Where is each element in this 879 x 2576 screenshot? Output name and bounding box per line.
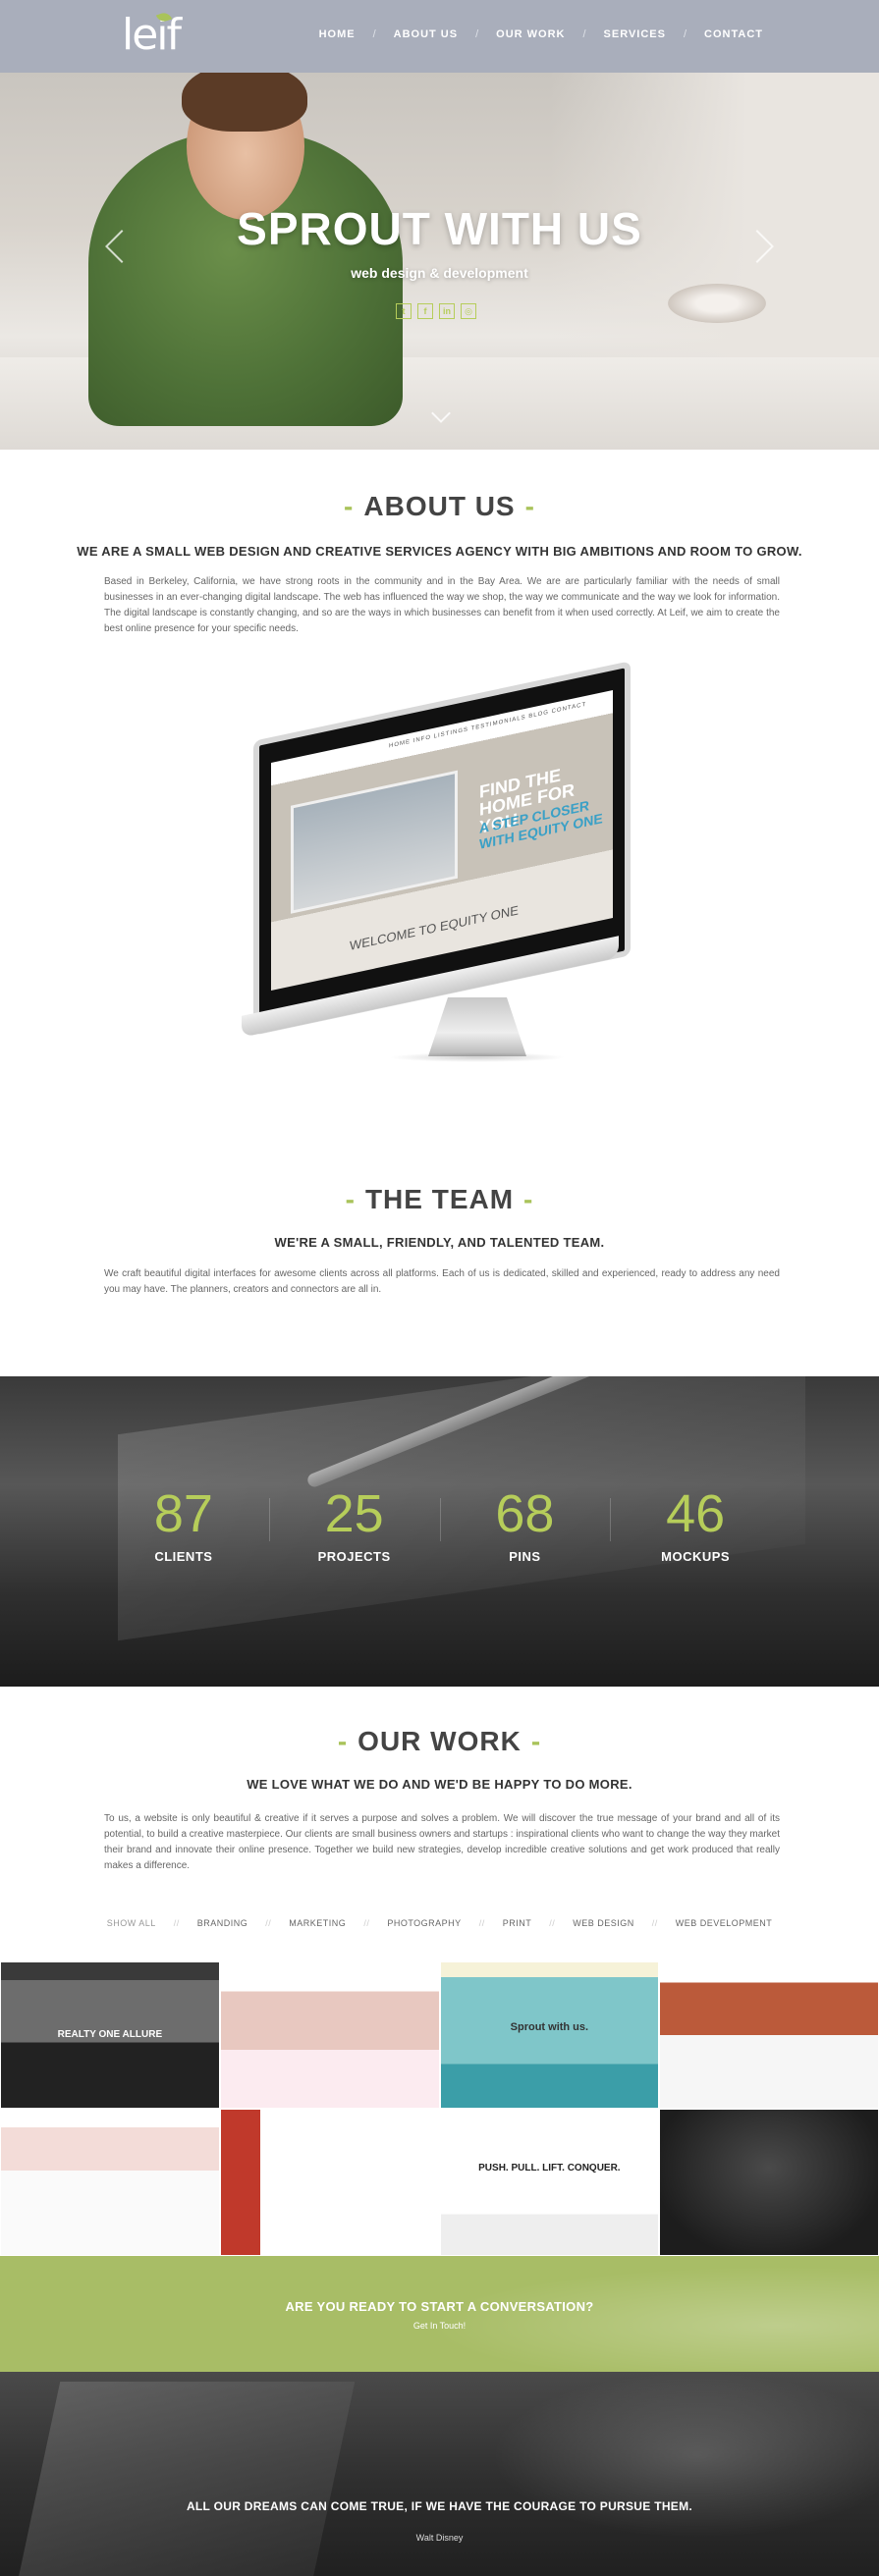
cta-background-image bbox=[368, 2256, 879, 2372]
nav-home[interactable]: HOME bbox=[319, 28, 356, 40]
about-body: Based in Berkeley, California, we have s… bbox=[104, 576, 780, 634]
portfolio-grid: REALTY ONE ALLURE Sprout with us. PUSH. … bbox=[0, 1961, 879, 2256]
about-title-text: ABOUT US bbox=[363, 491, 516, 521]
cta-title: ARE YOU READY TO START A CONVERSATION? bbox=[285, 2299, 594, 2314]
quote-text: ALL OUR DREAMS CAN COME TRUE, IF WE HAVE… bbox=[186, 2499, 693, 2513]
nav-separator: / bbox=[475, 28, 479, 40]
nav-services[interactable]: SERVICES bbox=[604, 28, 666, 40]
tile-caption: REALTY ONE ALLURE bbox=[57, 2029, 163, 2040]
title-dash: - bbox=[345, 1184, 356, 1214]
filter-separator: // bbox=[549, 1918, 556, 1928]
stat-pins: 68 PINS bbox=[439, 1484, 611, 1564]
stat-label: MOCKUPS bbox=[661, 1549, 731, 1564]
work-title: - OUR WORK - bbox=[0, 1726, 879, 1757]
monitor-stand bbox=[428, 997, 526, 1056]
hero-cake-image bbox=[668, 284, 766, 323]
team-body: We craft beautiful digital interfaces fo… bbox=[104, 1268, 780, 1295]
title-dash: - bbox=[337, 1726, 349, 1756]
showcase-monitor: HOME INFO LISTINGS TESTIMONIALS BLOG CON… bbox=[242, 661, 644, 1100]
stat-label: CLIENTS bbox=[154, 1549, 213, 1564]
tile-caption: PUSH. PULL. LIFT. CONQUER. bbox=[478, 2163, 621, 2174]
screen-nav: HOME INFO LISTINGS TESTIMONIALS BLOG CON… bbox=[389, 701, 587, 750]
portfolio-tile[interactable]: Sprout with us. bbox=[439, 1961, 660, 2109]
stat-clients: 87 CLIENTS bbox=[98, 1484, 269, 1564]
leif-logo[interactable]: leif bbox=[122, 10, 200, 61]
filter-separator: // bbox=[173, 1918, 180, 1928]
stat-value: 25 bbox=[324, 1484, 384, 1543]
about-subtitle: WE ARE A SMALL WEB DESIGN AND CREATIVE S… bbox=[77, 544, 802, 559]
quote-section: ALL OUR DREAMS CAN COME TRUE, IF WE HAVE… bbox=[0, 2372, 879, 2576]
linkedin-icon[interactable]: in bbox=[439, 303, 455, 319]
filter-marketing[interactable]: MARKETING bbox=[289, 1918, 346, 1928]
stat-mockups: 46 MOCKUPS bbox=[610, 1484, 781, 1564]
quote-background-image bbox=[491, 2372, 879, 2539]
nav-our-work[interactable]: OUR WORK bbox=[496, 28, 565, 40]
portfolio-tile[interactable] bbox=[219, 2109, 440, 2256]
portfolio-tile[interactable] bbox=[219, 1961, 440, 2109]
title-dash: - bbox=[523, 1184, 534, 1214]
hero-title: SPROUT WITH US bbox=[237, 203, 642, 254]
portfolio-tile[interactable] bbox=[0, 2109, 220, 2256]
monitor-shadow bbox=[389, 1052, 566, 1062]
work-title-text: OUR WORK bbox=[357, 1726, 522, 1756]
filter-show-all[interactable]: SHOW ALL bbox=[107, 1918, 156, 1928]
work-subtitle: WE LOVE WHAT WE DO AND WE'D BE HAPPY TO … bbox=[247, 1777, 632, 1792]
nav-contact[interactable]: CONTACT bbox=[704, 28, 763, 40]
work-body: To us, a website is only beautiful & cre… bbox=[104, 1813, 780, 1871]
filter-photography[interactable]: PHOTOGRAPHY bbox=[387, 1918, 461, 1928]
portfolio-tile[interactable]: REALTY ONE ALLURE bbox=[0, 1961, 220, 2109]
instagram-icon[interactable]: ◎ bbox=[461, 303, 476, 319]
title-dash: - bbox=[524, 491, 535, 521]
filter-separator: // bbox=[265, 1918, 272, 1928]
facebook-icon[interactable]: f bbox=[417, 303, 433, 319]
filter-print[interactable]: PRINT bbox=[503, 1918, 532, 1928]
top-navbar: leif HOME / ABOUT US / OUR WORK / SERVIC… bbox=[0, 0, 879, 73]
stats-section: 87 CLIENTS 25 PROJECTS 68 PINS 46 MOCKUP… bbox=[0, 1376, 879, 1687]
team-title: - THE TEAM - bbox=[0, 1184, 879, 1215]
quote-author: Walt Disney bbox=[415, 2533, 464, 2543]
nav-separator: / bbox=[582, 28, 586, 40]
hero-social-links: t f in ◎ bbox=[396, 303, 476, 319]
title-dash: - bbox=[530, 1726, 542, 1756]
nav-separator: / bbox=[683, 28, 687, 40]
filter-separator: // bbox=[478, 1918, 485, 1928]
stat-value: 68 bbox=[495, 1484, 555, 1543]
twitter-icon[interactable]: t bbox=[396, 303, 412, 319]
screen-welcome: WELCOME TO EQUITY ONE bbox=[350, 902, 519, 953]
stat-value: 87 bbox=[153, 1484, 213, 1543]
team-title-text: THE TEAM bbox=[364, 1184, 515, 1214]
main-menu: HOME / ABOUT US / OUR WORK / SERVICES / … bbox=[319, 28, 763, 40]
filter-separator: // bbox=[363, 1918, 370, 1928]
portfolio-filters: SHOW ALL // BRANDING // MARKETING // PHO… bbox=[0, 1918, 879, 1928]
screen-window-image bbox=[291, 770, 458, 914]
about-title: - ABOUT US - bbox=[0, 491, 879, 522]
tile-caption: Sprout with us. bbox=[510, 2021, 589, 2033]
laptop-image bbox=[18, 2382, 356, 2576]
portfolio-tile[interactable]: PUSH. PULL. LIFT. CONQUER. bbox=[439, 2109, 660, 2256]
stat-value: 46 bbox=[666, 1484, 726, 1543]
hero-slider: SPROUT WITH US web design & development … bbox=[0, 73, 879, 450]
monitor-screen: HOME INFO LISTINGS TESTIMONIALS BLOG CON… bbox=[271, 690, 613, 991]
get-in-touch-link[interactable]: Get In Touch! bbox=[0, 2321, 879, 2331]
hero-person-hair bbox=[182, 73, 307, 132]
filter-web-design[interactable]: WEB DESIGN bbox=[573, 1918, 634, 1928]
nav-separator: / bbox=[372, 28, 376, 40]
hero-subtitle: web design & development bbox=[351, 265, 528, 281]
cta-banner: ARE YOU READY TO START A CONVERSATION? G… bbox=[0, 2256, 879, 2372]
stat-label: PROJECTS bbox=[317, 1549, 391, 1564]
title-dash: - bbox=[344, 491, 355, 521]
portfolio-tile[interactable] bbox=[659, 1961, 879, 2109]
portfolio-tile[interactable] bbox=[659, 2109, 879, 2256]
nav-about-us[interactable]: ABOUT US bbox=[394, 28, 458, 40]
filter-branding[interactable]: BRANDING bbox=[197, 1918, 248, 1928]
filter-separator: // bbox=[651, 1918, 658, 1928]
team-subtitle: WE'RE A SMALL, FRIENDLY, AND TALENTED TE… bbox=[274, 1235, 605, 1250]
stat-label: PINS bbox=[509, 1549, 541, 1564]
stats-grid: 87 CLIENTS 25 PROJECTS 68 PINS 46 MOCKUP… bbox=[98, 1484, 781, 1564]
filter-web-development[interactable]: WEB DEVELOPMENT bbox=[676, 1918, 773, 1928]
stat-projects: 25 PROJECTS bbox=[268, 1484, 440, 1564]
